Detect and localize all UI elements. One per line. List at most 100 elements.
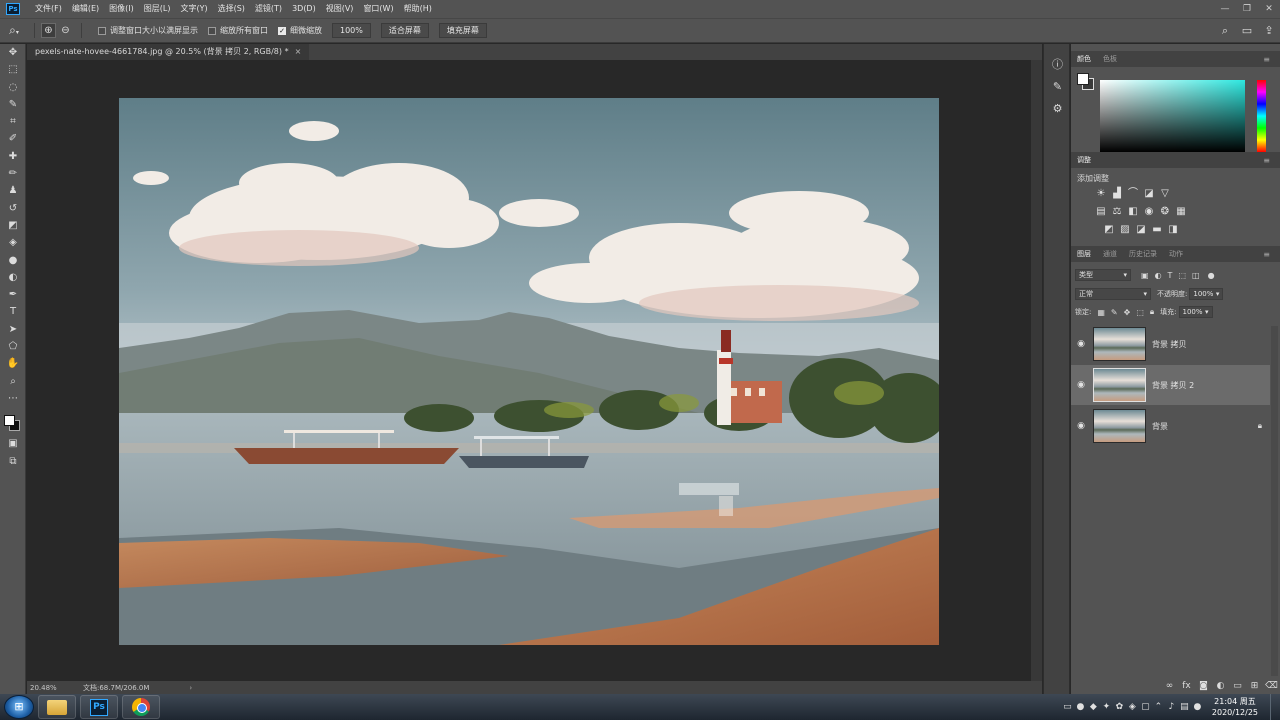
hue-slider[interactable] bbox=[1257, 80, 1266, 152]
layer-row-selected[interactable]: ◉ 背景 拷贝 2 bbox=[1071, 365, 1270, 405]
zoom-level[interactable]: 20.48% bbox=[30, 684, 75, 692]
zoom-out-icon[interactable]: ⊖ bbox=[58, 23, 73, 38]
trash-icon[interactable]: ⌫ bbox=[1263, 681, 1280, 691]
menu-window[interactable]: 窗口(W) bbox=[358, 0, 398, 18]
menu-type[interactable]: 文字(Y) bbox=[175, 0, 212, 18]
clock[interactable]: 21:04 周五 2020/12/25 bbox=[1212, 696, 1258, 718]
filter-type-icon[interactable]: T bbox=[1168, 271, 1173, 280]
zoom-in-icon[interactable]: ⊕ bbox=[41, 23, 56, 38]
selective-color-icon[interactable]: ◨ bbox=[1165, 223, 1181, 237]
fit-screen-button[interactable]: 适合屏幕 bbox=[380, 23, 429, 38]
channel-mixer-icon[interactable]: ❂ bbox=[1157, 205, 1173, 219]
tab-swatches[interactable]: 色板 bbox=[1097, 54, 1123, 64]
taskbar-chrome[interactable] bbox=[122, 695, 160, 719]
lock-paint-icon[interactable]: ✎ bbox=[1111, 308, 1118, 317]
color-swatches[interactable] bbox=[0, 407, 25, 435]
brush-tool-icon[interactable]: ✏ bbox=[0, 165, 26, 182]
tray-app-icon[interactable]: ◈ bbox=[1126, 702, 1139, 712]
curves-icon[interactable]: ⌒ bbox=[1125, 187, 1141, 201]
hue-saturation-icon[interactable]: ▤ bbox=[1093, 205, 1109, 219]
exposure-icon[interactable]: ◪ bbox=[1141, 187, 1157, 201]
panel-menu-icon[interactable]: ≡ bbox=[1257, 156, 1276, 165]
lock-all-icon[interactable]: 🔒︎ bbox=[1150, 307, 1154, 317]
search-icon[interactable]: ⌕ bbox=[1214, 24, 1236, 38]
resize-windows-checkbox[interactable]: 调整窗口大小以满屏显示 bbox=[98, 25, 198, 36]
marquee-tool-icon[interactable]: ⬚ bbox=[0, 61, 26, 78]
visibility-eye-icon[interactable]: ◉ bbox=[1071, 380, 1091, 390]
tab-history[interactable]: 历史记录 bbox=[1123, 249, 1163, 259]
move-tool-icon[interactable]: ✥ bbox=[0, 44, 26, 61]
mask-icon[interactable]: ◙ bbox=[1195, 681, 1212, 691]
blend-mode-dropdown[interactable]: 正常 ▾ bbox=[1075, 288, 1151, 300]
pen-tool-icon[interactable]: ✒ bbox=[0, 286, 26, 303]
tray-app-icon[interactable]: ✿ bbox=[1113, 702, 1126, 712]
lock-position-icon[interactable]: ✥ bbox=[1124, 308, 1131, 317]
blur-tool-icon[interactable]: ● bbox=[0, 252, 26, 269]
restore-button[interactable]: ❐ bbox=[1236, 4, 1258, 14]
foreground-swatch[interactable] bbox=[1077, 73, 1089, 85]
screen-mode-icon[interactable]: ⧉ bbox=[0, 453, 26, 470]
black-white-icon[interactable]: ◧ bbox=[1125, 205, 1141, 219]
fx-icon[interactable]: fx bbox=[1178, 681, 1195, 691]
levels-icon[interactable]: ▟ bbox=[1109, 187, 1125, 201]
filter-toggle-icon[interactable]: ● bbox=[1208, 271, 1215, 280]
layer-row[interactable]: ◉ 背景 🔒︎ bbox=[1071, 406, 1270, 446]
color-lookup-icon[interactable]: ▦ bbox=[1173, 205, 1189, 219]
tray-app-icon[interactable]: ● bbox=[1191, 702, 1204, 712]
show-desktop-button[interactable] bbox=[1270, 694, 1280, 720]
menu-select[interactable]: 选择(S) bbox=[213, 0, 250, 18]
taskbar-photoshop[interactable]: Ps bbox=[80, 695, 118, 719]
filter-adjustment-icon[interactable]: ◐ bbox=[1155, 271, 1162, 280]
workspace-icon[interactable]: ▭ bbox=[1236, 24, 1258, 37]
new-layer-icon[interactable]: ⊞ bbox=[1246, 681, 1263, 691]
properties-icon[interactable]: ⚙ bbox=[1044, 98, 1071, 120]
crop-tool-icon[interactable]: ⌗ bbox=[0, 113, 26, 130]
paint-bucket-tool-icon[interactable]: ◈ bbox=[0, 234, 26, 251]
layer-name[interactable]: 背景 bbox=[1152, 421, 1168, 432]
layer-filter-dropdown[interactable]: 类型 ▾ bbox=[1075, 269, 1131, 281]
menu-view[interactable]: 视图(V) bbox=[321, 0, 359, 18]
layer-name[interactable]: 背景 拷贝 2 bbox=[1152, 380, 1194, 391]
document-tab[interactable]: pexels-nate-hovee-4661784.jpg @ 20.5% (背… bbox=[27, 44, 310, 60]
lasso-tool-icon[interactable]: ◌ bbox=[0, 79, 26, 96]
lock-artboard-icon[interactable]: ⬚ bbox=[1136, 308, 1144, 317]
threshold-icon[interactable]: ◪ bbox=[1133, 223, 1149, 237]
clone-stamp-tool-icon[interactable]: ♟ bbox=[0, 182, 26, 199]
layers-scrollbar[interactable] bbox=[1271, 326, 1278, 676]
tray-keyboard-icon[interactable]: ▭ bbox=[1061, 702, 1074, 712]
zoom-tool-icon[interactable]: ⌕ bbox=[0, 373, 26, 390]
volume-icon[interactable]: ♪ bbox=[1165, 702, 1178, 712]
gradient-map-icon[interactable]: ▬ bbox=[1149, 223, 1165, 237]
checkbox-box-checked[interactable]: ✓ bbox=[278, 26, 286, 35]
share-icon[interactable]: ⇪ bbox=[1258, 24, 1280, 37]
eraser-tool-icon[interactable]: ◩ bbox=[0, 217, 26, 234]
adjustment-icon[interactable]: ◐ bbox=[1212, 681, 1229, 691]
visibility-eye-icon[interactable]: ◉ bbox=[1071, 339, 1091, 349]
close-window-button[interactable]: ✕ bbox=[1258, 4, 1280, 14]
menu-layer[interactable]: 图层(L) bbox=[139, 0, 176, 18]
checkbox-box[interactable] bbox=[98, 26, 106, 35]
document-image[interactable] bbox=[119, 98, 939, 645]
fill-field[interactable]: 100% ▾ bbox=[1178, 306, 1213, 318]
menu-image[interactable]: 图像(I) bbox=[104, 0, 139, 18]
taskbar-explorer[interactable] bbox=[38, 695, 76, 719]
layer-name[interactable]: 背景 拷贝 bbox=[1152, 339, 1187, 350]
fill-screen-button[interactable]: 填充屏幕 bbox=[438, 23, 487, 38]
shape-tool-icon[interactable]: ⬠ bbox=[0, 338, 26, 355]
tab-actions[interactable]: 动作 bbox=[1163, 249, 1189, 259]
type-tool-icon[interactable]: T bbox=[0, 303, 26, 320]
opacity-field[interactable]: 100% ▾ bbox=[1189, 288, 1224, 300]
hand-tool-icon[interactable]: ✋ bbox=[0, 355, 26, 372]
tray-chevron-icon[interactable]: ⌃ bbox=[1152, 702, 1165, 712]
quick-mask-icon[interactable]: ▣ bbox=[0, 435, 26, 452]
menu-filter[interactable]: 滤镜(T) bbox=[250, 0, 287, 18]
tray-app-icon[interactable]: ▢ bbox=[1139, 702, 1152, 712]
menu-3d[interactable]: 3D(D) bbox=[287, 0, 321, 18]
history-brush-tool-icon[interactable]: ↺ bbox=[0, 200, 26, 217]
network-icon[interactable]: ▤ bbox=[1178, 702, 1191, 712]
healing-brush-tool-icon[interactable]: ✚ bbox=[0, 148, 26, 165]
group-icon[interactable]: ▭ bbox=[1229, 681, 1246, 691]
link-icon[interactable]: ∞ bbox=[1161, 681, 1178, 691]
brightness-icon[interactable]: ☀ bbox=[1093, 187, 1109, 201]
more-tools-icon[interactable]: ⋯ bbox=[0, 390, 26, 407]
